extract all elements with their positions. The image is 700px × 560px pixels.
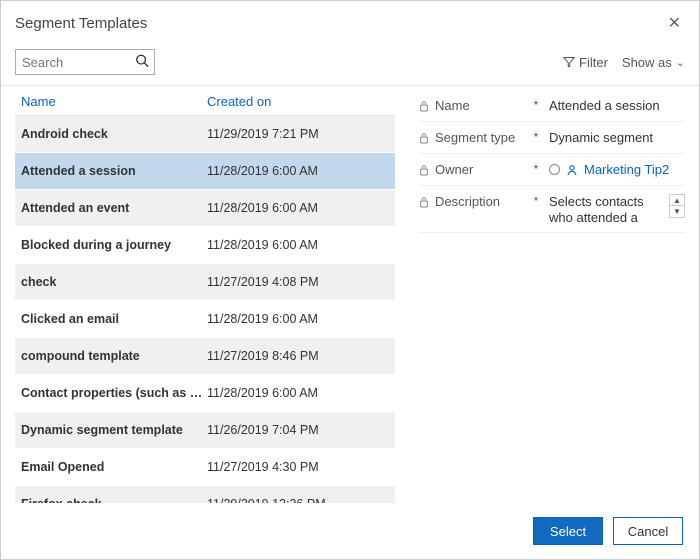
table-row[interactable]: compound template11/27/2019 8:46 PM [15,338,395,375]
spinner-up-icon[interactable]: ▲ [670,195,684,206]
table-row[interactable]: Android check11/29/2019 7:21 PM [15,116,395,153]
row-created: 11/29/2019 7:21 PM [207,127,395,141]
row-name: Clicked an email [15,312,207,326]
template-list-pane: Name Created on Android check11/29/2019 … [15,86,395,503]
row-name: Attended an event [15,201,207,215]
desc-scroll[interactable]: ▲ ▼ [669,194,685,218]
field-description: Description * Selects contacts who atten… [419,186,685,233]
col-header-created[interactable]: Created on [207,94,271,109]
row-created: 11/28/2019 6:00 AM [207,386,395,400]
row-created: 11/27/2019 4:08 PM [207,275,395,289]
field-name: Name * Attended a session [419,90,685,122]
dialog-header: Segment Templates ✕ [1,1,699,43]
table-row[interactable]: check11/27/2019 4:08 PM [15,264,395,301]
segment-templates-dialog: Segment Templates ✕ Filter Show as ⌄ [0,0,700,560]
row-name: Attended a session [15,164,207,178]
spinner-down-icon[interactable]: ▼ [670,206,684,217]
table-row[interactable]: Clicked an email11/28/2019 6:00 AM [15,301,395,338]
radio-icon [549,164,560,175]
lock-icon [419,196,429,208]
lock-icon [419,164,429,176]
cancel-button[interactable]: Cancel [613,517,683,545]
row-name: Android check [15,127,207,141]
filter-button[interactable]: Filter [563,55,608,70]
row-created: 11/27/2019 4:30 PM [207,460,395,474]
field-owner-label: Owner [435,162,473,177]
field-owner: Owner * Marketing Tip2 [419,154,685,186]
row-name: Contact properties (such as by city) [15,386,207,400]
search-wrap [15,49,155,75]
right-tools: Filter Show as ⌄ [563,55,685,70]
row-name: Dynamic segment template [15,423,207,437]
table-row[interactable]: Attended an event11/28/2019 6:00 AM [15,190,395,227]
field-segment-type: Segment type * Dynamic segment [419,122,685,154]
grid-body[interactable]: Android check11/29/2019 7:21 PMAttended … [15,116,395,503]
table-row[interactable]: Email Opened11/27/2019 4:30 PM [15,449,395,486]
col-header-name[interactable]: Name [21,94,56,109]
row-name: check [15,275,207,289]
row-name: Blocked during a journey [15,238,207,252]
person-icon [566,164,578,176]
row-created: 11/28/2019 6:00 AM [207,164,395,178]
row-name: Email Opened [15,460,207,474]
showas-label: Show as [622,55,672,70]
field-desc-label: Description [435,194,500,209]
row-created: 11/29/2019 12:36 PM [207,497,395,503]
field-owner-value[interactable]: Marketing Tip2 [541,162,685,177]
row-name: compound template [15,349,207,363]
chevron-down-icon: ⌄ [676,56,685,69]
table-row[interactable]: Dynamic segment template11/26/2019 7:04 … [15,412,395,449]
table-row[interactable]: Attended a session11/28/2019 6:00 AM [15,153,395,190]
row-name: Firefox check [15,497,207,503]
owner-link[interactable]: Marketing Tip2 [584,162,669,177]
field-type-value: Dynamic segment [541,130,685,145]
recommended-marker: * [531,194,541,208]
row-created: 11/28/2019 6:00 AM [207,238,395,252]
showas-button[interactable]: Show as ⌄ [622,55,685,70]
row-created: 11/28/2019 6:00 AM [207,201,395,215]
lock-icon [419,132,429,144]
dialog-title: Segment Templates [15,15,147,32]
lock-icon [419,100,429,112]
toolbar: Filter Show as ⌄ [1,43,699,85]
required-marker: * [531,98,541,112]
field-desc-value: Selects contacts who attended a session [549,194,663,224]
field-type-label: Segment type [435,130,515,145]
filter-icon [563,56,575,68]
required-marker: * [531,130,541,144]
table-row[interactable]: Blocked during a journey11/28/2019 6:00 … [15,227,395,264]
details-pane: Name * Attended a session Segment type *… [395,86,685,503]
dialog-footer: Select Cancel [1,507,699,559]
table-row[interactable]: Firefox check11/29/2019 12:36 PM [15,486,395,503]
field-name-label: Name [435,98,470,113]
filter-label: Filter [579,55,608,70]
table-row[interactable]: Contact properties (such as by city)11/2… [15,375,395,412]
row-created: 11/28/2019 6:00 AM [207,312,395,326]
required-marker: * [531,162,541,176]
search-input[interactable] [15,49,155,75]
grid-header: Name Created on [15,86,395,116]
row-created: 11/27/2019 8:46 PM [207,349,395,363]
select-button[interactable]: Select [533,517,603,545]
dialog-body: Name Created on Android check11/29/2019 … [1,85,699,507]
field-name-value: Attended a session [541,98,685,113]
row-created: 11/26/2019 7:04 PM [207,423,395,437]
close-icon[interactable]: ✕ [664,9,685,37]
